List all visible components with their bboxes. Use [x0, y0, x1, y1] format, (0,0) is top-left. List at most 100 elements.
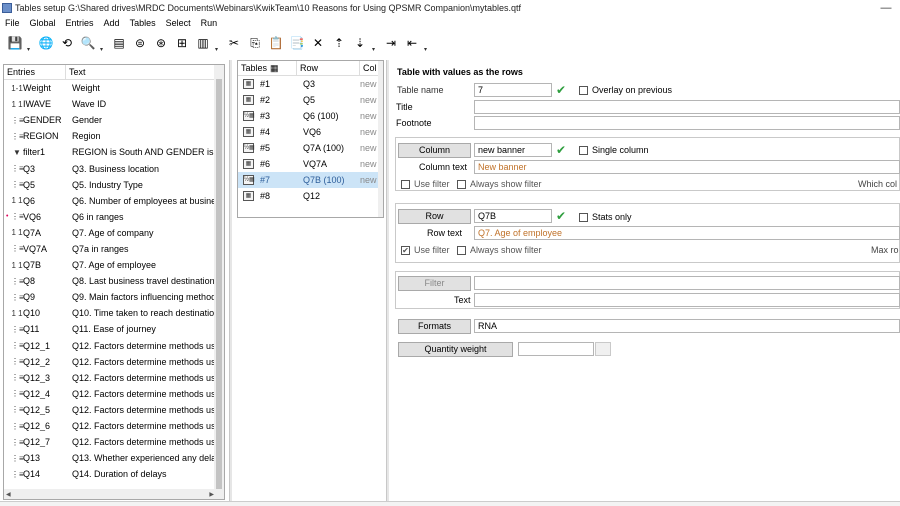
- menu-global[interactable]: Global: [25, 18, 61, 28]
- checkbox-box[interactable]: [457, 179, 466, 189]
- formats-button[interactable]: Formats: [398, 319, 471, 334]
- menu-entries[interactable]: Entries: [61, 18, 99, 28]
- minimize-button[interactable]: —: [872, 2, 900, 14]
- list-item[interactable]: ⋮≡ Q12_7 Q12. Factors determine methods us…: [4, 434, 224, 450]
- table-row[interactable]: ▦ #1 Q3 new: [238, 76, 383, 92]
- column-confirm-icon[interactable]: ✔: [554, 143, 568, 157]
- entries-column-header[interactable]: Entries: [4, 65, 66, 79]
- checkbox-box[interactable]: [579, 212, 588, 222]
- table-row[interactable]: ▦ #2 Q5 new: [238, 92, 383, 108]
- filter-text-input[interactable]: [474, 293, 900, 307]
- splitter-right[interactable]: [386, 60, 389, 506]
- table-row[interactable]: ▦ #4 VQ6 new: [238, 124, 383, 140]
- add-table-icon[interactable]: ⊞: [173, 34, 191, 52]
- cut-icon[interactable]: ✂: [225, 34, 243, 52]
- column-input[interactable]: new banner: [474, 143, 552, 157]
- list-item[interactable]: ⋮≡ Q12_4 Q12. Factors determine methods us…: [4, 386, 224, 402]
- row-use-filter-checkbox[interactable]: ✔ Use filter: [401, 245, 450, 255]
- list-item[interactable]: ⋮≡ Q3 Q3. Business location: [4, 160, 224, 176]
- list-item[interactable]: 1 1 Q7A Q7. Age of company: [4, 225, 224, 241]
- row-button[interactable]: Row: [398, 209, 471, 224]
- dropdown-arrow-icon[interactable]: ▾: [424, 46, 430, 53]
- entries-horizontal-scrollbar[interactable]: ◀ ▶: [4, 489, 216, 499]
- link-icon[interactable]: ⊜: [131, 34, 149, 52]
- checkbox-box[interactable]: [579, 85, 588, 95]
- list-item[interactable]: ⋮≡ Q12_3 Q12. Factors determine methods us…: [4, 370, 224, 386]
- confirm-check-icon[interactable]: ✔: [554, 83, 568, 97]
- list-item[interactable]: ⋮≡ Q14 Q14. Duration of delays: [4, 466, 224, 482]
- scroll-right-icon[interactable]: ▶: [209, 491, 214, 498]
- list-item[interactable]: ⋮≡ Q5 Q5. Industry Type: [4, 177, 224, 193]
- grid-icon[interactable]: ▥: [194, 34, 212, 52]
- menu-run[interactable]: Run: [196, 18, 223, 28]
- menu-tables[interactable]: Tables: [125, 18, 161, 28]
- checkbox-box[interactable]: ✔: [401, 245, 410, 255]
- paste-icon[interactable]: 📋: [267, 34, 285, 52]
- list-item[interactable]: ⋮≡ Q12_2 Q12. Factors determine methods us…: [4, 354, 224, 370]
- list-item[interactable]: 1 1 Q10 Q10. Time taken to reach destinati…: [4, 305, 224, 321]
- list-item[interactable]: ▼ filter1 REGION is South AND GENDER is F: [4, 144, 224, 160]
- scrollbar-thumb[interactable]: [216, 79, 222, 489]
- row-column-header[interactable]: Row: [297, 61, 360, 75]
- tables-column-header[interactable]: Tables ▦: [238, 61, 297, 75]
- delete-icon[interactable]: ✕: [309, 34, 327, 52]
- title-input[interactable]: [474, 100, 900, 114]
- stats-only-checkbox[interactable]: Stats only: [579, 212, 632, 222]
- dropdown-arrow-icon[interactable]: ▾: [27, 46, 33, 53]
- paste-special-icon[interactable]: 📑: [288, 34, 306, 52]
- globe-icon[interactable]: 🌐: [37, 34, 55, 52]
- list-item[interactable]: ⋮≡ Q9 Q9. Main factors influencing method: [4, 289, 224, 305]
- row-confirm-icon[interactable]: ✔: [554, 209, 568, 223]
- list-item[interactable]: 1-1 Weight Weight: [4, 80, 224, 96]
- menu-file[interactable]: File: [0, 18, 25, 28]
- column-use-filter-checkbox[interactable]: Use filter: [401, 179, 450, 189]
- formula-icon[interactable]: ⟲: [58, 34, 76, 52]
- filter-input[interactable]: [474, 276, 900, 290]
- formats-input[interactable]: RNA: [474, 319, 900, 333]
- search-icon[interactable]: 🔍: [79, 34, 97, 52]
- list-item[interactable]: • ⋮≡ VQ6 Q6 in ranges: [4, 209, 224, 225]
- row-text-input[interactable]: Q7. Age of employee: [474, 226, 900, 240]
- import-icon[interactable]: ⇤: [403, 34, 421, 52]
- table-row[interactable]: ▦ #6 VQ7A new: [238, 156, 383, 172]
- list-item[interactable]: ⋮≡ Q8 Q8. Last business travel destination: [4, 273, 224, 289]
- table-row[interactable]: ½▦ #5 Q7A (100) new: [238, 140, 383, 156]
- list-item[interactable]: ⋮≡ GENDER Gender: [4, 112, 224, 128]
- menu-select[interactable]: Select: [161, 18, 196, 28]
- column-always-show-filter-checkbox[interactable]: Always show filter: [457, 179, 542, 189]
- table-row[interactable]: ½▦ #3 Q6 (100) new: [238, 108, 383, 124]
- list-item[interactable]: ⋮≡ Q12_5 Q12. Factors determine methods us…: [4, 402, 224, 418]
- column-button[interactable]: Column: [398, 143, 471, 158]
- column-text-input[interactable]: New banner: [474, 160, 900, 174]
- tables-scrollbar[interactable]: [378, 61, 383, 217]
- table-row[interactable]: ▦ #8 Q12: [238, 188, 383, 204]
- list-item[interactable]: 1 1 Q6 Q6. Number of employees at business: [4, 193, 224, 209]
- dropdown-arrow-icon[interactable]: ▾: [100, 46, 106, 53]
- table-view-icon[interactable]: ▤: [110, 34, 128, 52]
- export-icon[interactable]: ⇥: [382, 34, 400, 52]
- overlay-checkbox[interactable]: Overlay on previous: [579, 85, 672, 95]
- filter-button[interactable]: Filter: [398, 276, 471, 291]
- list-item[interactable]: ⋮≡ Q12_1 Q12. Factors determine methods us…: [4, 338, 224, 354]
- quantity-weight-button[interactable]: Quantity weight: [398, 342, 513, 357]
- footnote-input[interactable]: [474, 116, 900, 130]
- scroll-left-icon[interactable]: ◀: [6, 491, 11, 498]
- splitter-left[interactable]: [229, 60, 232, 506]
- table-row[interactable]: ½▦ #7 Q7B (100) new: [238, 172, 383, 188]
- checkbox-box[interactable]: [457, 245, 466, 255]
- save-icon[interactable]: 💾: [6, 34, 24, 52]
- checkbox-box[interactable]: [401, 179, 410, 189]
- list-item[interactable]: 1 1 Q7B Q7. Age of employee: [4, 257, 224, 273]
- dropdown-arrow-icon[interactable]: ▾: [215, 46, 221, 53]
- list-item[interactable]: ⋮≡ Q12_6 Q12. Factors determine methods us…: [4, 418, 224, 434]
- dropdown-arrow-icon[interactable]: ▾: [372, 46, 378, 53]
- list-item[interactable]: ⋮≡ VQ7A Q7a in ranges: [4, 241, 224, 257]
- entries-vertical-scrollbar[interactable]: [214, 65, 224, 499]
- copy-icon[interactable]: ⎘: [246, 34, 264, 52]
- col-column-header[interactable]: Col: [360, 63, 377, 73]
- menu-add[interactable]: Add: [99, 18, 125, 28]
- move-down-icon[interactable]: ⇣: [351, 34, 369, 52]
- loop-icon[interactable]: ⊛: [152, 34, 170, 52]
- quantity-weight-input[interactable]: [518, 342, 594, 356]
- text-column-header[interactable]: Text: [66, 67, 86, 77]
